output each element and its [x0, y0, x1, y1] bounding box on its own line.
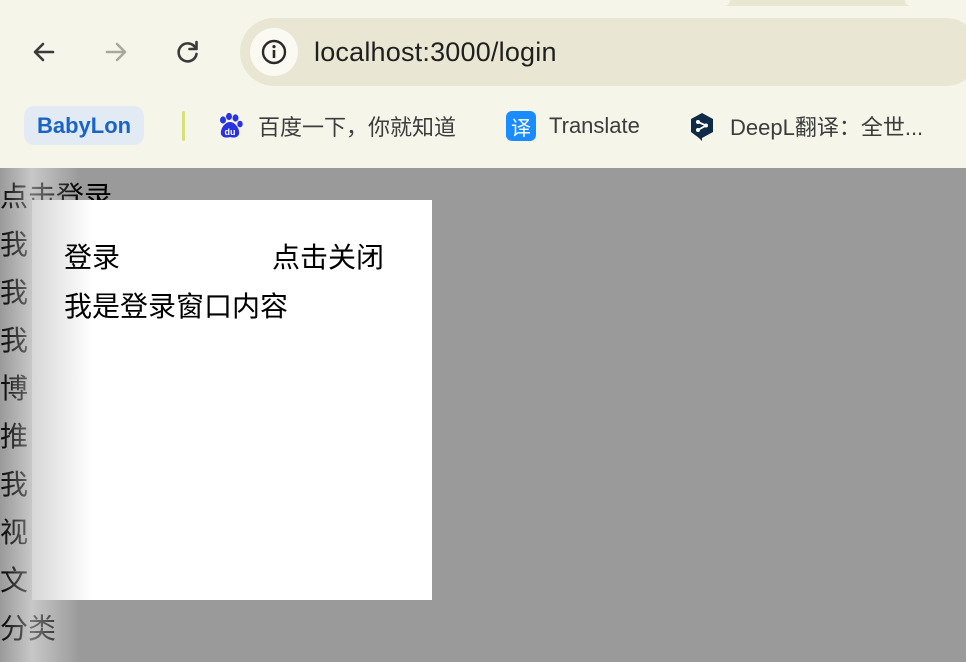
bookmark-label: DeepL翻译：全世...	[730, 115, 924, 140]
translate-icon: 译	[505, 110, 537, 142]
url-text[interactable]: localhost:3000/login	[314, 37, 557, 68]
info-icon	[261, 39, 287, 65]
bookmark-label: 百度一下，你就知道	[258, 115, 457, 140]
arrow-right-icon	[105, 42, 127, 62]
reload-icon	[177, 40, 198, 63]
site-info-button[interactable]	[250, 28, 298, 76]
baidu-icon: du	[214, 110, 246, 142]
active-tab[interactable]	[0, 0, 730, 6]
reload-button[interactable]	[168, 32, 208, 72]
deepl-icon	[686, 110, 718, 142]
category-link[interactable]: 分类	[0, 605, 112, 653]
forward-button[interactable]	[96, 32, 136, 72]
address-bar[interactable]: localhost:3000/login	[240, 18, 966, 86]
bookmark-deepl[interactable]: DeepL翻译：全世...	[686, 108, 923, 144]
bookmark-separator	[182, 111, 185, 141]
bookmarks-bar: BabyLon du 百度一下，你就知道 译 Translate DeepL翻译…	[0, 100, 966, 152]
login-modal: 登录 点击关闭 我是登录窗口内容	[32, 200, 432, 600]
back-button[interactable]	[24, 32, 64, 72]
bookmark-label: Translate	[549, 113, 640, 138]
modal-content: 我是登录窗口内容	[64, 290, 289, 323]
tab[interactable]	[905, 0, 966, 6]
tab-strip	[0, 0, 966, 6]
modal-close-button[interactable]: 点击关闭	[272, 236, 384, 276]
arrow-left-icon	[33, 42, 55, 62]
modal-title: 登录	[64, 241, 121, 274]
svg-text:du: du	[225, 127, 236, 137]
bookmark-translate[interactable]: 译 Translate	[505, 108, 640, 144]
bookmark-baidu[interactable]: du 百度一下，你就知道	[214, 108, 456, 144]
bookmark-babylon[interactable]: BabyLon	[24, 106, 145, 145]
browser-chrome: localhost:3000/login BabyLon du 百度一下，你就知…	[0, 0, 966, 169]
page-content: 点击登录 我 我 我 博 推 我 视 文 分类 登录 点击关闭 我是登录窗口内容	[0, 168, 966, 662]
